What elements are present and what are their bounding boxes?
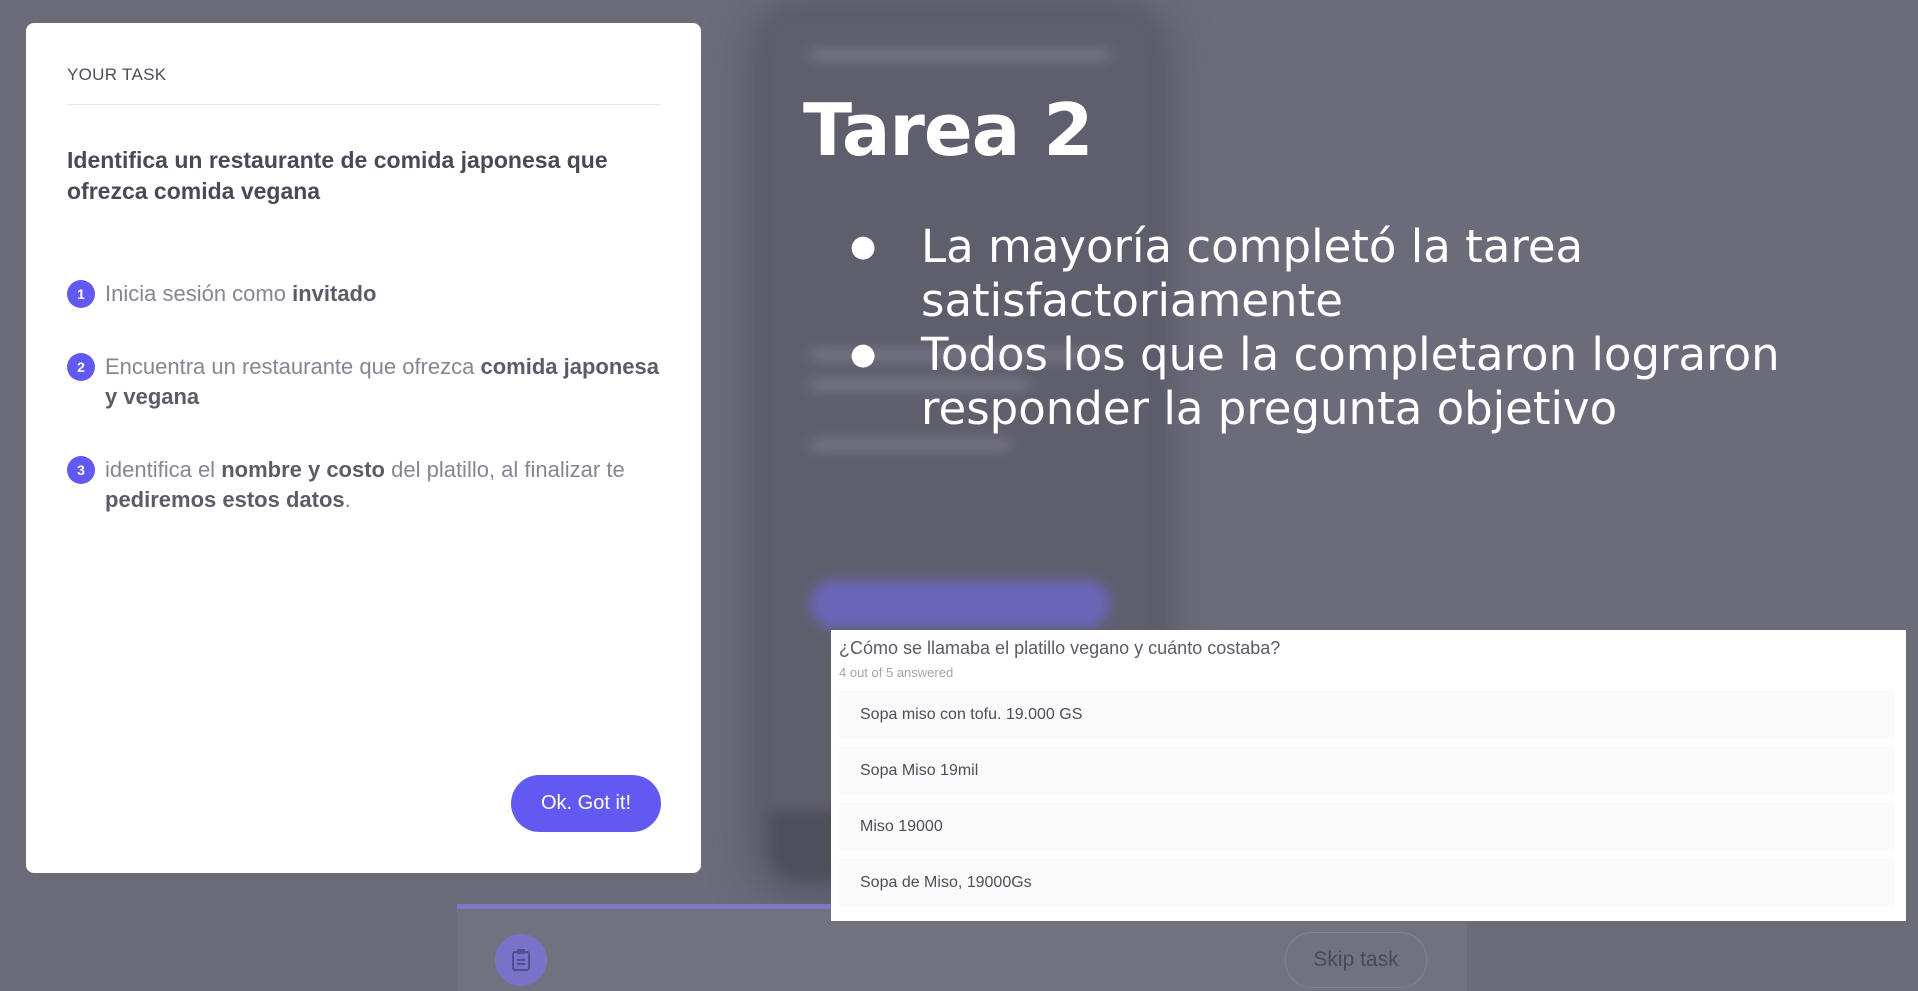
answered-count: 4 out of 5 answered [839,665,954,680]
survey-question: ¿Cómo se llamaba el platillo vegano y cu… [839,638,1281,658]
task-title: Identifica un restaurante de comida japo… [67,147,608,204]
ok-got-it-button[interactable]: Ok. Got it! [511,775,661,832]
task-progress-bar [457,904,857,909]
answer-item: Sopa miso con tofu. 19.000 GS [839,691,1894,739]
step-text: Inicia sesión como invitado [105,281,377,306]
step-number-badge: 2 [67,353,95,381]
step-text: identifica el nombre y costo del platill… [105,457,625,512]
task-step: 3 identifica el nombre y costo del plati… [67,455,660,515]
step-number-badge: 3 [67,456,95,484]
task-label: YOUR TASK [67,65,167,84]
task-step: 2 Encuentra un restaurante que ofrezca c… [67,352,660,412]
task-card: YOUR TASK Identifica un restaurante de c… [26,23,701,873]
answer-list: Sopa miso con tofu. 19.000 GS Sopa Miso … [839,691,1894,907]
step-text: Encuentra un restaurante que ofrezca com… [105,354,659,409]
divider [67,104,660,105]
bullet-text: La mayoría completó la tarea satisfactor… [921,220,1584,327]
answer-item: Sopa de Miso, 19000Gs [839,859,1894,907]
bullet-text: Todos los que la completaron lograron re… [921,328,1780,435]
slide-title: Tarea 2 [803,88,1094,172]
task-instructions-button[interactable] [495,934,547,986]
slide-bullets: ● La mayoría completó la tarea satisfact… [850,220,1850,436]
step-number-badge: 1 [67,280,95,308]
bullet-icon: ● [850,337,877,372]
task-steps: 1 Inicia sesión como invitado 2 Encuentr… [67,279,660,515]
bullet-icon: ● [850,229,877,264]
clipboard-icon [512,949,530,971]
survey-results-panel: ¿Cómo se llamaba el platillo vegano y cu… [831,630,1906,921]
bullet-item: ● Todos los que la completaron lograron … [850,328,1850,436]
bullet-item: ● La mayoría completó la tarea satisfact… [850,220,1850,328]
skip-task-button[interactable]: Skip task [1285,932,1427,988]
task-step: 1 Inicia sesión como invitado [67,279,660,309]
answer-item: Sopa Miso 19mil [839,747,1894,795]
answer-item: Miso 19000 [839,803,1894,851]
